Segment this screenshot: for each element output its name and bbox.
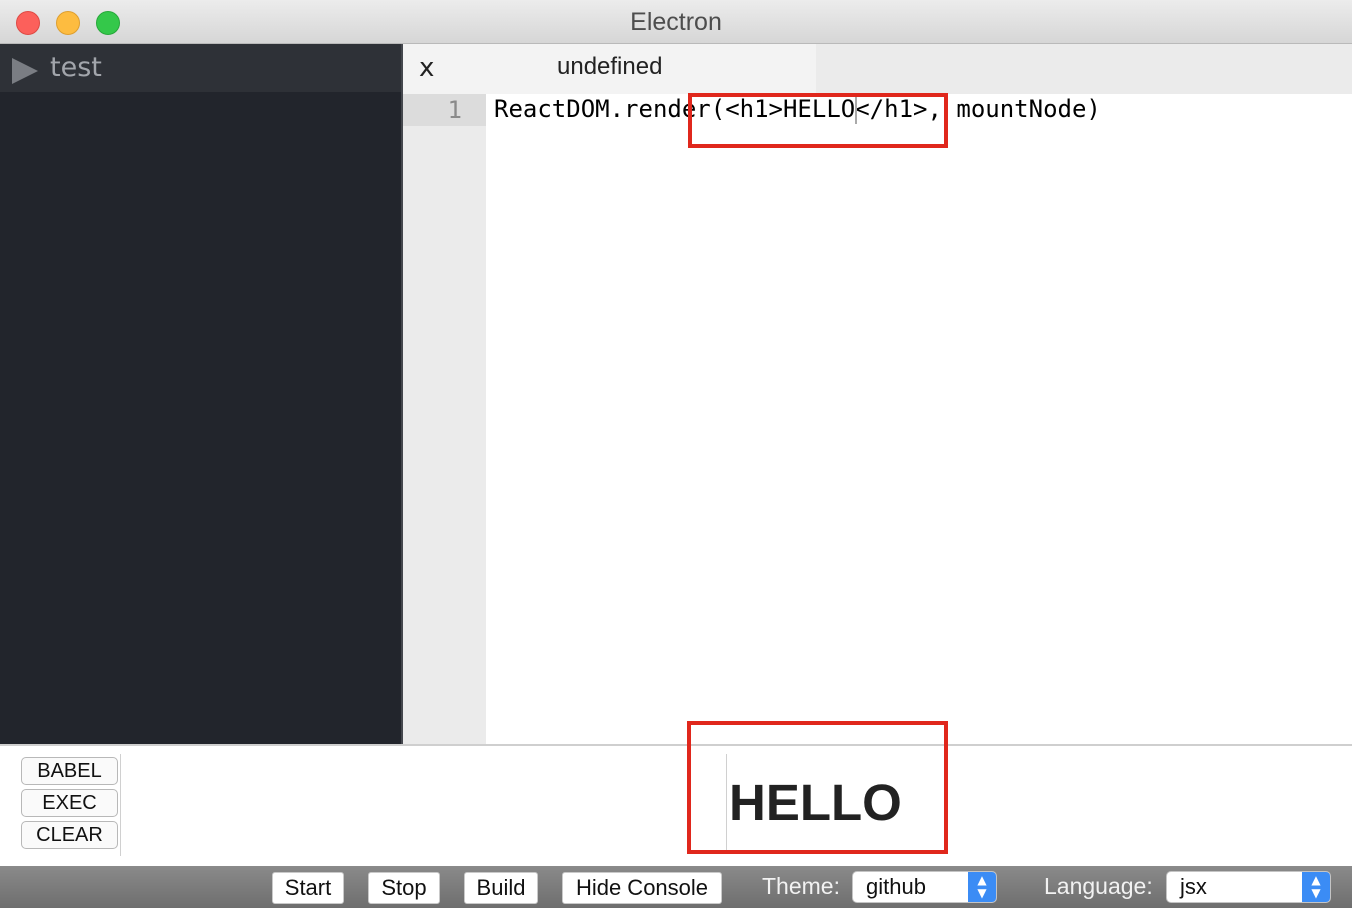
active-line-gutter: 1 bbox=[403, 94, 486, 126]
tab-title: undefined bbox=[557, 53, 663, 80]
clear-button[interactable]: CLEAR bbox=[21, 821, 118, 849]
line-number: 1 bbox=[447, 96, 462, 124]
theme-label: Theme: bbox=[762, 873, 840, 899]
chevron-updown-icon: ▲ ▼ bbox=[968, 872, 996, 902]
code-highlight-box bbox=[688, 93, 948, 148]
title-bar: Electron bbox=[0, 0, 1352, 44]
tab-undefined[interactable]: x undefined bbox=[403, 44, 816, 94]
hide-console-button[interactable]: Hide Console bbox=[562, 872, 722, 904]
window-title: Electron bbox=[630, 8, 722, 36]
console-divider bbox=[120, 754, 121, 856]
chevron-updown-icon: ▲ ▼ bbox=[1302, 872, 1330, 902]
theme-select-value: github bbox=[866, 874, 926, 899]
exec-button[interactable]: EXEC bbox=[21, 789, 118, 817]
language-select-value: jsx bbox=[1180, 874, 1207, 899]
bottom-toolbar: Start Stop Build Hide Console Theme: git… bbox=[0, 866, 1352, 908]
sidebar: test bbox=[0, 44, 403, 744]
babel-button[interactable]: BABEL bbox=[21, 757, 118, 785]
sidebar-item-label: test bbox=[50, 52, 102, 83]
theme-select[interactable]: github ▲ ▼ bbox=[852, 871, 997, 903]
sidebar-item-test[interactable]: test bbox=[0, 44, 401, 92]
language-label: Language: bbox=[1044, 873, 1153, 899]
tab-close-button[interactable]: x bbox=[419, 53, 434, 83]
output-highlight-box bbox=[687, 721, 948, 854]
language-select[interactable]: jsx ▲ ▼ bbox=[1166, 871, 1331, 903]
start-button[interactable]: Start bbox=[272, 872, 344, 904]
console-panel: BABEL EXEC CLEAR HELLO bbox=[0, 744, 1352, 866]
stop-button[interactable]: Stop bbox=[368, 872, 440, 904]
triangle-right-icon[interactable] bbox=[12, 58, 38, 84]
editor-gutter: 1 bbox=[403, 94, 486, 744]
build-button[interactable]: Build bbox=[464, 872, 538, 904]
tab-bar: x undefined bbox=[403, 44, 1352, 94]
